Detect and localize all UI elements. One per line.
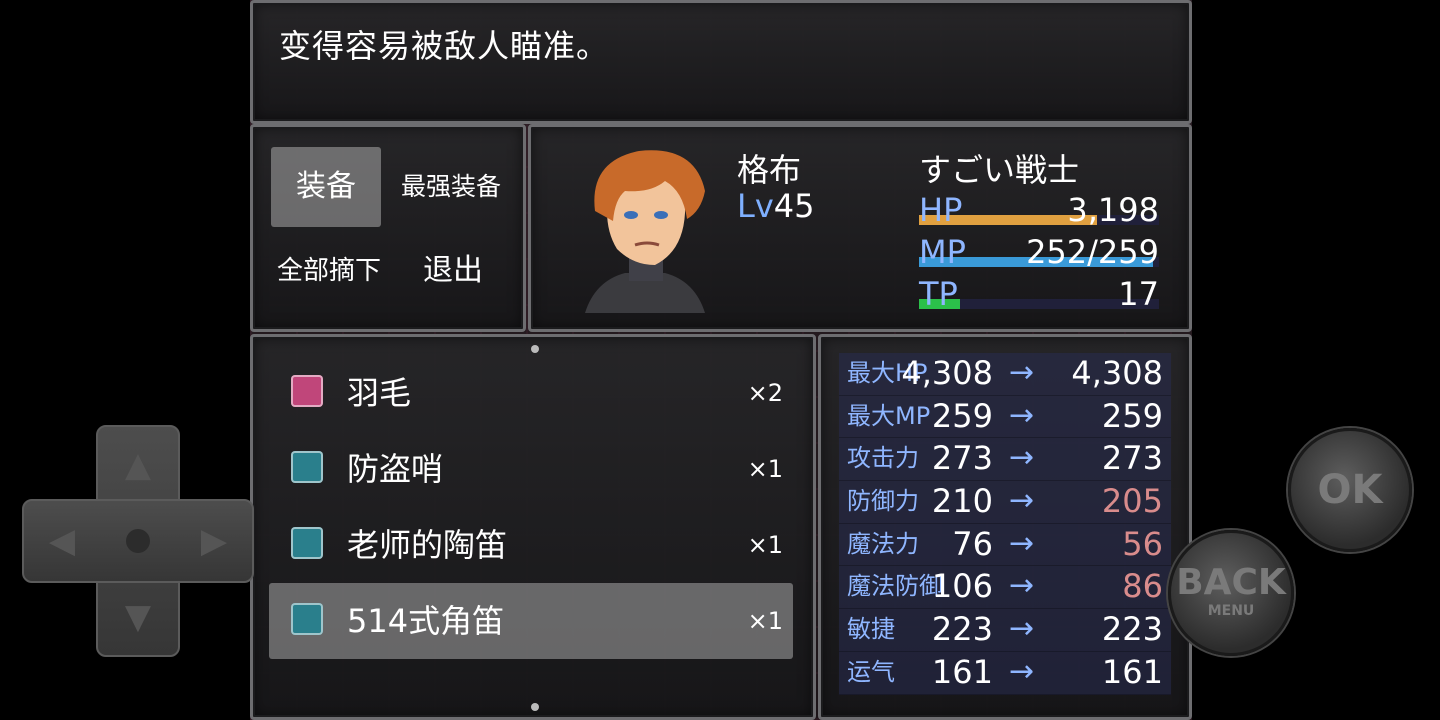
item-list-window: 羽毛 ×2 防盗哨 ×1 老师的陶笛 ×1 514式角笛 ×1 xyxy=(250,334,816,720)
stat-current-value: 76 xyxy=(952,524,993,563)
stat-label: 攻击力 xyxy=(847,444,919,473)
stat-label: 防御力 xyxy=(847,487,919,516)
list-item[interactable]: 514式角笛 ×1 xyxy=(269,583,793,659)
virtual-dpad[interactable]: ▲ ▼ ◀ ▶ xyxy=(22,425,254,657)
stat-arrow-icon: → xyxy=(1009,568,1035,604)
level-value: 45 xyxy=(773,187,815,225)
equip-command[interactable]: 装备 xyxy=(271,147,381,227)
actor-status-window: 格布 Lv45 すごい戦士 HP 3,198 MP 252/259 TP 17 xyxy=(528,124,1192,332)
item-quantity: ×1 xyxy=(747,607,783,635)
actor-class: すごい戦士 xyxy=(919,151,1080,189)
stat-row: 敏捷 223 → 223 xyxy=(839,609,1171,652)
scroll-down-indicator[interactable] xyxy=(531,703,539,711)
stat-row: 攻击力 273 → 273 xyxy=(839,438,1171,482)
stat-current-value: 161 xyxy=(931,652,993,691)
stat-label: 魔法力 xyxy=(847,529,919,558)
list-item[interactable]: 老师的陶笛 ×1 xyxy=(269,507,793,583)
mp-gauge: MP 252/259 xyxy=(919,231,1159,273)
stat-compare-list: 最大HP 4,308 → 4,308 最大MP 259 → 259 攻击力 273 → 273 防御力 2… xyxy=(839,353,1171,695)
stat-arrow-icon: → xyxy=(1009,525,1035,561)
dpad-right-icon[interactable]: ▶ xyxy=(194,521,234,561)
item-name: 防盗哨 xyxy=(347,450,444,488)
item-name: 老师的陶笛 xyxy=(347,526,508,564)
item-quantity: ×1 xyxy=(747,455,783,483)
list-item[interactable]: 防盗哨 ×1 xyxy=(269,431,793,507)
actor-face-portrait xyxy=(555,141,733,313)
stat-row: 运气 161 → 161 xyxy=(839,651,1171,695)
stat-label: 运气 xyxy=(847,657,895,686)
actor-level: Lv45 xyxy=(737,187,814,225)
stat-current-value: 259 xyxy=(931,396,993,435)
stat-new-value: 223 xyxy=(1101,610,1163,649)
item-name: 羽毛 xyxy=(347,374,412,412)
back-sublabel: MENU xyxy=(1207,603,1255,619)
optimize-command[interactable]: 最强装备 xyxy=(391,147,511,227)
horn-icon xyxy=(291,603,323,635)
stat-current-value: 273 xyxy=(931,439,993,478)
stat-new-value: 4,308 xyxy=(1071,354,1163,392)
dpad-up-icon[interactable]: ▲ xyxy=(118,445,158,485)
hp-label: HP xyxy=(919,191,963,229)
actor-name: 格布 xyxy=(737,151,802,189)
stat-row: 魔法力 76 → 56 xyxy=(839,523,1171,567)
dpad-down-icon[interactable]: ▼ xyxy=(118,597,158,637)
stat-row: 最大HP 4,308 → 4,308 xyxy=(839,353,1171,396)
stat-new-value: 259 xyxy=(1101,396,1163,435)
tp-gauge: TP 17 xyxy=(919,273,1159,315)
ok-button[interactable]: OK xyxy=(1288,428,1412,552)
stat-current-value: 106 xyxy=(931,567,993,606)
stat-row: 防御力 210 → 205 xyxy=(839,481,1171,524)
hp-gauge: HP 3,198 xyxy=(919,189,1159,231)
ok-label: OK xyxy=(1317,467,1383,513)
stat-row: 最大MP 259 → 259 xyxy=(839,395,1171,439)
stat-label: 魔法防御 xyxy=(847,572,943,601)
feather-icon xyxy=(291,375,323,407)
stat-arrow-icon: → xyxy=(1009,611,1035,647)
item-name: 514式角笛 xyxy=(347,602,505,640)
stat-arrow-icon: → xyxy=(1009,397,1035,433)
mp-label: MP xyxy=(919,233,966,271)
mp-value: 252/259 xyxy=(1026,233,1159,271)
item-quantity: ×1 xyxy=(747,531,783,559)
stat-new-value: 86 xyxy=(1122,567,1163,606)
stat-arrow-icon: → xyxy=(1009,355,1035,390)
scroll-up-indicator[interactable] xyxy=(531,345,539,353)
dpad-left-icon[interactable]: ◀ xyxy=(42,521,82,561)
back-label: BACK xyxy=(1176,562,1286,603)
stat-new-value: 56 xyxy=(1122,524,1163,563)
item-quantity: ×2 xyxy=(747,379,783,407)
exit-command[interactable]: 退出 xyxy=(393,231,513,311)
stat-new-value: 205 xyxy=(1101,482,1163,521)
stat-current-value: 210 xyxy=(931,482,993,521)
command-window: 装备 最强装备 全部摘下 退出 xyxy=(250,124,526,332)
back-button[interactable]: BACK MENU xyxy=(1168,530,1294,656)
whistle-icon xyxy=(291,451,323,483)
stat-new-value: 161 xyxy=(1101,652,1163,691)
stat-new-value: 273 xyxy=(1101,439,1163,478)
help-text: 变得容易被敌人瞄准。 xyxy=(279,27,610,65)
stat-current-value: 223 xyxy=(931,610,993,649)
stat-compare-window: 最大HP 4,308 → 4,308 最大MP 259 → 259 攻击力 273 → 273 防御力 2… xyxy=(818,334,1192,720)
stat-row: 魔法防御 106 → 86 xyxy=(839,566,1171,610)
stat-label: 最大MP xyxy=(847,401,931,430)
help-window: 变得容易被敌人瞄准。 xyxy=(250,0,1192,124)
tp-label: TP xyxy=(919,275,958,313)
stat-label: 敏捷 xyxy=(847,615,895,644)
game-map-background: 变得容易被敌人瞄准。 装备 最强装备 全部摘下 退出 格布 Lv45 すごい戦士 xyxy=(250,0,1192,720)
level-label: Lv xyxy=(737,187,774,225)
ocarina-icon xyxy=(291,527,323,559)
tp-value: 17 xyxy=(1118,275,1159,313)
clear-command[interactable]: 全部摘下 xyxy=(267,231,391,311)
stat-arrow-icon: → xyxy=(1009,483,1035,519)
stat-current-value: 4,308 xyxy=(901,354,993,392)
list-item[interactable]: 羽毛 ×2 xyxy=(269,355,793,431)
hp-value: 3,198 xyxy=(1067,191,1159,229)
stat-arrow-icon: → xyxy=(1009,440,1035,476)
dpad-center xyxy=(126,529,150,553)
stat-arrow-icon: → xyxy=(1009,653,1035,689)
